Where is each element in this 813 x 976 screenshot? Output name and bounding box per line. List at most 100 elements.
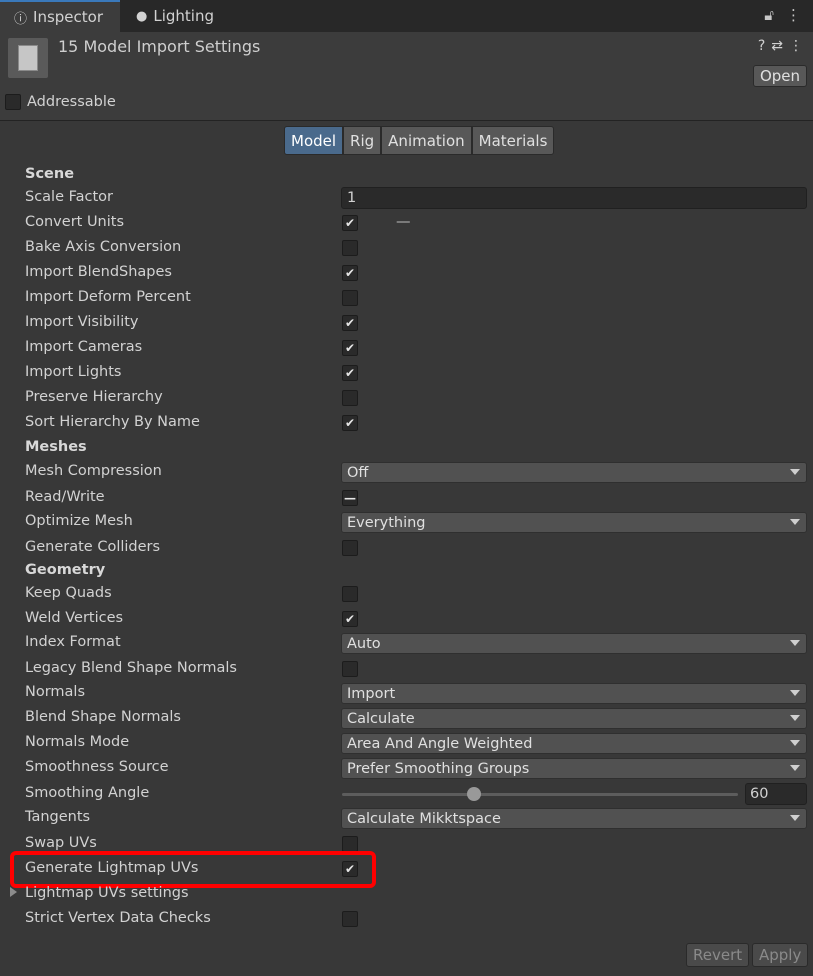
row-lightmap-settings[interactable]: Lightmap UVs settings [0,883,813,908]
kebab-menu-icon[interactable]: ⋮ [789,38,803,54]
kebab-menu-icon[interactable]: ⋮ [786,6,801,24]
row-index-format: Index Format Auto [0,632,813,657]
row-import-visibility: Import Visibility ✔ [0,312,813,337]
smoothing-angle-input[interactable]: 60 [745,783,807,805]
keep-quads-label: Keep Quads [25,585,112,601]
row-legacy-blend: Legacy Blend Shape Normals [0,658,813,683]
section-meshes: Meshes [25,439,87,455]
mesh-compression-label: Mesh Compression [25,463,162,479]
model-thumbnail [8,38,48,78]
tab-lighting-label: Lighting [153,7,214,25]
bake-axis-checkbox[interactable] [342,240,358,256]
smoothing-angle-slider[interactable] [342,793,738,796]
legacy-blend-checkbox[interactable] [342,661,358,677]
row-import-lights: Import Lights ✔ [0,362,813,387]
convert-units-label: Convert Units [25,214,125,230]
row-import-blendshapes: Import BlendShapes ✔ [0,262,813,287]
addressable-checkbox[interactable] [5,94,21,110]
tab-model[interactable]: Model [284,126,344,155]
weld-vertices-checkbox[interactable]: ✔ [342,611,358,627]
slider-handle[interactable] [466,787,481,801]
row-strict-vertex: Strict Vertex Data Checks [0,908,813,933]
row-mesh-compression: Mesh Compression Off [0,461,813,486]
swap-uvs-label: Swap UVs [25,835,97,851]
sort-hierarchy-checkbox[interactable]: ✔ [342,415,358,431]
row-import-deform: Import Deform Percent [0,287,813,312]
normals-dropdown[interactable]: Import [341,683,807,704]
import-cameras-label: Import Cameras [25,339,143,355]
row-generate-colliders: Generate Colliders [0,537,813,562]
row-keep-quads: Keep Quads [0,583,813,608]
convert-units-dash: — [396,214,411,230]
tab-rig[interactable]: Rig [343,126,382,155]
import-blendshapes-checkbox[interactable]: ✔ [342,265,358,281]
generate-colliders-checkbox[interactable] [342,540,358,556]
strict-vertex-checkbox[interactable] [342,911,358,927]
read-write-checkbox[interactable]: — [342,490,358,506]
index-format-label: Index Format [25,634,121,650]
row-blend-shape-normals: Blend Shape Normals Calculate [0,707,813,732]
keep-quads-checkbox[interactable] [342,586,358,602]
import-lights-label: Import Lights [25,364,122,380]
row-preserve-hierarchy: Preserve Hierarchy [0,387,813,412]
index-format-dropdown[interactable]: Auto [341,633,807,654]
convert-units-checkbox[interactable]: ✔ [342,215,358,231]
bake-axis-label: Bake Axis Conversion [25,239,182,255]
smoothing-angle-label: Smoothing Angle [25,785,150,801]
chevron-down-icon [790,815,800,821]
preset-icon[interactable]: ⇄ [771,38,783,54]
chevron-down-icon [790,519,800,525]
import-lights-checkbox[interactable]: ✔ [342,365,358,381]
mesh-compression-value: Off [347,464,369,481]
import-visibility-checkbox[interactable]: ✔ [342,315,358,331]
tab-animation[interactable]: Animation [381,126,472,155]
open-button[interactable]: Open [753,65,807,87]
row-bake-axis: Bake Axis Conversion [0,237,813,262]
import-cameras-checkbox[interactable]: ✔ [342,340,358,356]
preserve-hierarchy-label: Preserve Hierarchy [25,389,163,405]
inspector-header: 15 Model Import Settings ? ⇄ ⋮ Open Addr… [0,32,813,121]
row-normals: Normals Import [0,682,813,707]
weld-vertices-label: Weld Vertices [25,610,124,626]
row-sort-hierarchy: Sort Hierarchy By Name ✔ [0,412,813,437]
tangents-value: Calculate Mikktspace [347,810,501,827]
mesh-compression-dropdown[interactable]: Off [341,462,807,483]
tangents-label: Tangents [25,809,91,825]
chevron-down-icon [790,640,800,646]
help-icon[interactable]: ? [758,38,765,54]
blend-shape-normals-label: Blend Shape Normals [25,709,181,725]
foldout-arrow-icon[interactable] [10,887,17,897]
normals-value: Import [347,685,396,702]
read-write-label: Read/Write [25,489,105,505]
normals-label: Normals [25,684,86,700]
normals-mode-label: Normals Mode [25,734,130,750]
normals-mode-dropdown[interactable]: Area And Angle Weighted [341,733,807,754]
smoothness-source-dropdown[interactable]: Prefer Smoothing Groups [341,758,807,779]
apply-button[interactable]: Apply [752,943,809,967]
row-import-cameras: Import Cameras ✔ [0,337,813,362]
row-scale-factor: Scale Factor 1 [0,187,813,212]
lock-icon[interactable]: 🔓︎ [764,6,774,24]
import-deform-label: Import Deform Percent [25,289,191,305]
tab-materials[interactable]: Materials [471,126,555,155]
chevron-down-icon [790,765,800,771]
import-blendshapes-label: Import BlendShapes [25,264,172,280]
preserve-hierarchy-checkbox[interactable] [342,390,358,406]
swap-uvs-checkbox[interactable] [342,836,358,852]
page-title: 15 Model Import Settings [58,37,261,56]
chevron-down-icon [790,740,800,746]
optimize-mesh-dropdown[interactable]: Everything [341,512,807,533]
revert-button[interactable]: Revert [686,943,750,967]
tab-bar: ⓘ Inspector ● Lighting 🔓︎ ⋮ [0,0,813,32]
legacy-blend-label: Legacy Blend Shape Normals [25,660,237,676]
addressable-label: Addressable [27,94,116,110]
tangents-dropdown[interactable]: Calculate Mikktspace [341,808,807,829]
scale-factor-input[interactable]: 1 [341,187,807,209]
import-deform-checkbox[interactable] [342,290,358,306]
tab-lighting[interactable]: ● Lighting [122,0,242,32]
row-normals-mode: Normals Mode Area And Angle Weighted [0,732,813,757]
blend-shape-normals-value: Calculate [347,710,415,727]
row-convert-units: Convert Units ✔ — [0,212,813,237]
tab-inspector[interactable]: ⓘ Inspector [0,0,120,32]
blend-shape-normals-dropdown[interactable]: Calculate [341,708,807,729]
